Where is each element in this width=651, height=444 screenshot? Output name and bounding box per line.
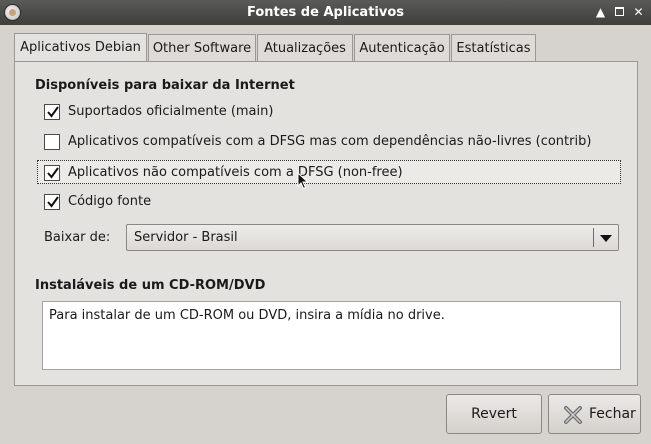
- option-main-label: Suportados oficialmente (main): [68, 104, 274, 119]
- mouse-cursor-icon: [297, 172, 309, 190]
- revert-button-label: Revert: [471, 406, 517, 422]
- checkbox-contrib[interactable]: [44, 134, 60, 150]
- cdrom-message: Para instalar de um CD-ROM ou DVD, insir…: [49, 308, 445, 323]
- option-contrib-label: Aplicativos compatíveis com a DFSG mas c…: [68, 134, 592, 149]
- tab-autenticacao[interactable]: Autenticação: [354, 34, 450, 62]
- maximize-icon[interactable]: [611, 3, 628, 21]
- revert-button[interactable]: Revert: [446, 394, 542, 434]
- cdrom-section-title: Instaláveis de um CD-ROM/DVD: [35, 278, 266, 293]
- download-from-label: Baixar de:: [44, 230, 111, 245]
- x-icon: [564, 406, 582, 424]
- download-server-value: Servidor - Brasil: [134, 230, 238, 245]
- roll-up-icon[interactable]: ▲: [592, 3, 609, 21]
- tab-other-software[interactable]: Other Software: [148, 34, 256, 62]
- tab-atualizacoes[interactable]: Atualizações: [257, 34, 353, 62]
- option-source-label: Código fonte: [68, 194, 152, 209]
- internet-section-title: Disponíveis para baixar da Internet: [35, 78, 295, 93]
- title-bar: Fontes de Aplicativos ▲ ✕: [0, 0, 651, 25]
- download-server-select[interactable]: Servidor - Brasil: [126, 224, 619, 251]
- chevron-down-icon[interactable]: [600, 235, 612, 242]
- option-non-free[interactable]: Aplicativos não compatíveis com a DFSG (…: [37, 160, 621, 184]
- tab-aplicativos-debian[interactable]: Aplicativos Debian: [14, 33, 147, 63]
- checkbox-non-free[interactable]: [44, 165, 60, 181]
- checkbox-source[interactable]: [44, 194, 60, 210]
- tab-estatisticas[interactable]: Estatísticas: [451, 34, 536, 62]
- window-title: Fontes de Aplicativos: [246, 5, 405, 20]
- combo-separator: [593, 228, 594, 247]
- option-non-free-label: Aplicativos não compatíveis com a DFSG (…: [68, 165, 403, 180]
- checkbox-main[interactable]: [44, 104, 60, 120]
- cdrom-message-box: Para instalar de um CD-ROM ou DVD, insir…: [42, 301, 621, 370]
- close-icon[interactable]: ✕: [630, 3, 647, 21]
- close-button[interactable]: Fechar: [548, 394, 641, 434]
- close-button-label: Fechar: [589, 406, 636, 422]
